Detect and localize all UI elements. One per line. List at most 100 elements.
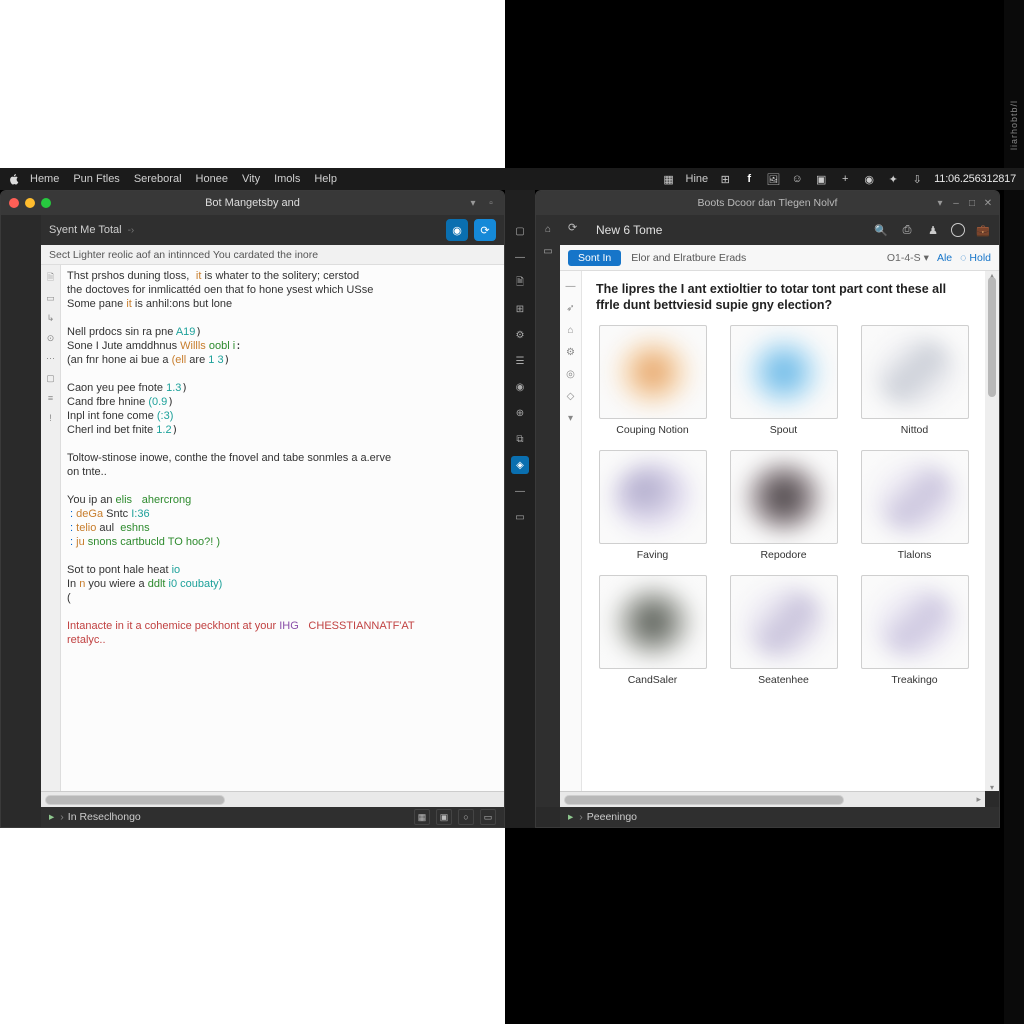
- gallery-titlebar[interactable]: Boots Dcoor dan Tlegen Nolvf ▾ – □ ✕: [536, 191, 999, 215]
- gallery-card[interactable]: Repodore: [727, 450, 840, 561]
- secbar-chip[interactable]: Sont In: [568, 250, 621, 266]
- gutter-lines-icon[interactable]: ≡: [44, 391, 58, 405]
- gallery-thumb: [861, 450, 969, 544]
- hscroll-right-icon[interactable]: ▸: [976, 794, 981, 805]
- menu-heme[interactable]: Heme: [30, 173, 59, 185]
- gallery-max-icon[interactable]: □: [965, 196, 979, 210]
- tc-gear-icon[interactable]: ⚙: [564, 345, 578, 359]
- tc-home-icon[interactable]: ⌂: [564, 323, 578, 337]
- tc-pointer-icon[interactable]: ➶: [564, 301, 578, 315]
- mid-pin-icon[interactable]: ⊕: [511, 404, 529, 422]
- toolbar-play-button[interactable]: ◉: [446, 219, 468, 241]
- tray-camera-icon[interactable]: ▣: [814, 172, 828, 186]
- title-square-icon[interactable]: ▫: [484, 196, 498, 210]
- vscroll-down-icon[interactable]: ▾: [988, 783, 996, 791]
- tray-globe-icon[interactable]: ◉: [862, 172, 876, 186]
- gallery-strip-book-icon[interactable]: ▭: [540, 243, 556, 259]
- mid-circle-icon[interactable]: ◉: [511, 378, 529, 396]
- gallery-breadcrumb[interactable]: New 6 Tome: [596, 223, 662, 237]
- tray-grid-icon[interactable]: ⊞: [718, 172, 732, 186]
- status-icon-3[interactable]: ○: [458, 809, 474, 825]
- menu-sereboral[interactable]: Sereboral: [134, 173, 182, 185]
- gutter-arrow-icon[interactable]: ↳: [44, 311, 58, 325]
- status-icon-2[interactable]: ▣: [436, 809, 452, 825]
- gallery-card[interactable]: CandSaler: [596, 575, 709, 686]
- editor-titlebar[interactable]: Bot Mangetsby and ▾ ▫: [1, 191, 504, 215]
- mid-gear-icon[interactable]: ⚙: [511, 326, 529, 344]
- code-editor[interactable]: Thst prshos duning tloss, it is whater t…: [61, 265, 504, 791]
- toolbar-action-button[interactable]: ⟳: [474, 219, 496, 241]
- gallery-v-scrollbar[interactable]: ▴ ▾: [985, 271, 999, 791]
- gallery-card[interactable]: Nittod: [858, 325, 971, 436]
- gallery-card[interactable]: Treakingo: [858, 575, 971, 686]
- mid-doc-icon[interactable]: ▭: [511, 508, 529, 526]
- gallery-card[interactable]: Couping Notion: [596, 325, 709, 436]
- tool-folder-icon[interactable]: 💼: [975, 222, 991, 238]
- h-scroll-thumb[interactable]: [45, 795, 225, 805]
- gallery-card[interactable]: Seatenhee: [727, 575, 840, 686]
- gutter-box-icon[interactable]: ▢: [44, 371, 58, 385]
- mid-box-icon[interactable]: ▢: [511, 222, 529, 240]
- v-scroll-thumb[interactable]: [988, 277, 996, 397]
- tool-bell-icon[interactable]: ♟: [925, 222, 941, 238]
- gallery-chevron-icon[interactable]: ▾: [933, 196, 947, 210]
- menu-imols[interactable]: Imols: [274, 173, 300, 185]
- editor-h-scrollbar[interactable]: [41, 791, 504, 807]
- tray-hine[interactable]: Hine: [686, 172, 709, 186]
- tray-extension-icon[interactable]: ✦: [886, 172, 900, 186]
- tray-app-icon[interactable]: ▦: [662, 172, 676, 186]
- gallery-h-thumb[interactable]: [564, 795, 844, 805]
- gutter-more-icon[interactable]: ⋯: [44, 351, 58, 365]
- menu-vity[interactable]: Vity: [242, 173, 260, 185]
- tool-search-icon[interactable]: 🔍: [873, 222, 889, 238]
- gallery-card[interactable]: Faving: [596, 450, 709, 561]
- apple-menu-icon[interactable]: [8, 173, 20, 185]
- gallery-card-label: Repodore: [760, 549, 806, 561]
- gallery-card-label: Couping Notion: [616, 424, 688, 436]
- status-icon-4[interactable]: ▭: [480, 809, 496, 825]
- gutter-folder-icon[interactable]: ▭: [44, 291, 58, 305]
- gallery-close-icon[interactable]: ✕: [981, 196, 995, 210]
- secbar-hold[interactable]: ◌Hold: [960, 252, 991, 264]
- tray-plus-icon[interactable]: +: [838, 172, 852, 186]
- mid-active-icon[interactable]: ◈: [511, 456, 529, 474]
- gallery-card[interactable]: Spout: [727, 325, 840, 436]
- gallery-card[interactable]: Tlalons: [858, 450, 971, 561]
- gallery-h-scrollbar[interactable]: ▸: [560, 791, 985, 807]
- status-icon-1[interactable]: ▦: [414, 809, 430, 825]
- tc-target-icon[interactable]: ◎: [564, 367, 578, 381]
- tool-bookmark-icon[interactable]: ⎙: [899, 222, 915, 238]
- menu-honee[interactable]: Honee: [196, 173, 228, 185]
- tray-facebook-icon[interactable]: f: [742, 172, 756, 186]
- gutter-file-icon[interactable]: 🗎: [44, 271, 58, 285]
- secbar-link[interactable]: Ale: [937, 252, 952, 264]
- mid-sep-icon: —: [511, 482, 529, 500]
- gutter-dot-icon[interactable]: ⊙: [44, 331, 58, 345]
- chevron-right-icon: -›: [128, 225, 135, 236]
- tc-down-icon[interactable]: ▾: [564, 411, 578, 425]
- gallery-min-icon[interactable]: –: [949, 196, 963, 210]
- mid-grid-icon[interactable]: ⊞: [511, 300, 529, 318]
- refresh-icon[interactable]: ⟳: [568, 221, 586, 239]
- tray-picture-icon[interactable]: 🖼: [766, 172, 780, 186]
- tc-tag-icon[interactable]: ◇: [564, 389, 578, 403]
- title-chevron-icon[interactable]: ▾: [466, 196, 480, 210]
- mid-dash-icon: —: [511, 248, 529, 266]
- gallery-window: Boots Dcoor dan Tlegen Nolvf ▾ – □ ✕ ⌂ ▭…: [535, 190, 1000, 828]
- menu-help[interactable]: Help: [314, 173, 337, 185]
- tray-smile-icon[interactable]: ☺: [790, 172, 804, 186]
- tool-circle-icon[interactable]: [951, 223, 965, 237]
- gallery-thumb: [730, 450, 838, 544]
- menu-punftles[interactable]: Pun Ftles: [73, 173, 119, 185]
- tray-arrow-icon[interactable]: ⇩: [910, 172, 924, 186]
- status-play-icon[interactable]: ▸: [49, 811, 54, 823]
- mid-file-icon[interactable]: 🗎: [511, 274, 529, 292]
- gallery-play-icon[interactable]: ▸: [568, 811, 573, 823]
- mid-users-icon[interactable]: ☰: [511, 352, 529, 370]
- mid-copy-icon[interactable]: ⧉: [511, 430, 529, 448]
- gallery-left-strip: ⌂ ▭: [536, 215, 560, 807]
- gutter-warn-icon[interactable]: !: [44, 411, 58, 425]
- gallery-strip-home-icon[interactable]: ⌂: [540, 221, 556, 237]
- secbar-dropdown[interactable]: O1-4-S▾: [887, 252, 929, 264]
- editor-breadcrumb[interactable]: Syent Me Total: [49, 224, 122, 236]
